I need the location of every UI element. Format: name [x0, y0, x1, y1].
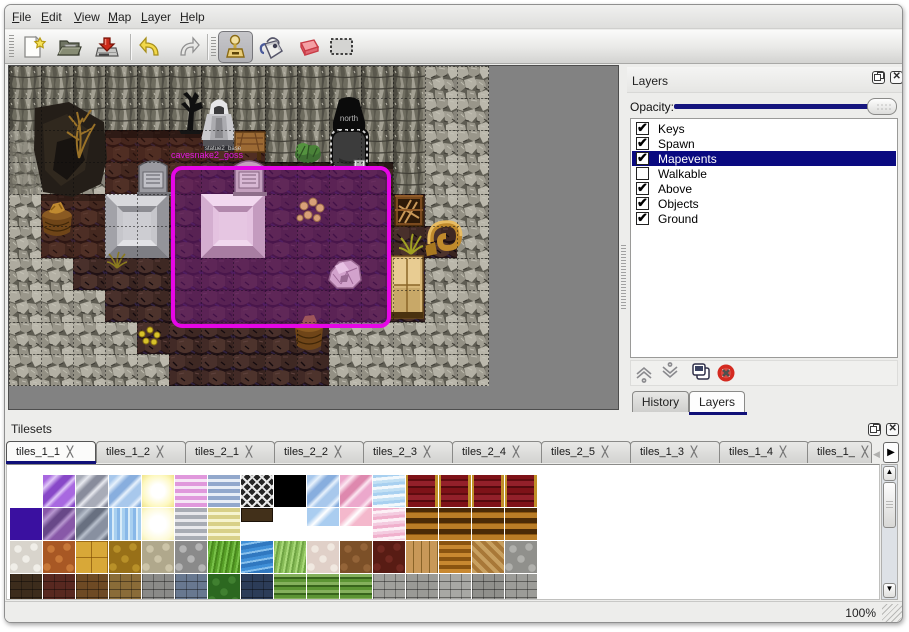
- svg-text:statue2_base: statue2_base: [205, 146, 242, 152]
